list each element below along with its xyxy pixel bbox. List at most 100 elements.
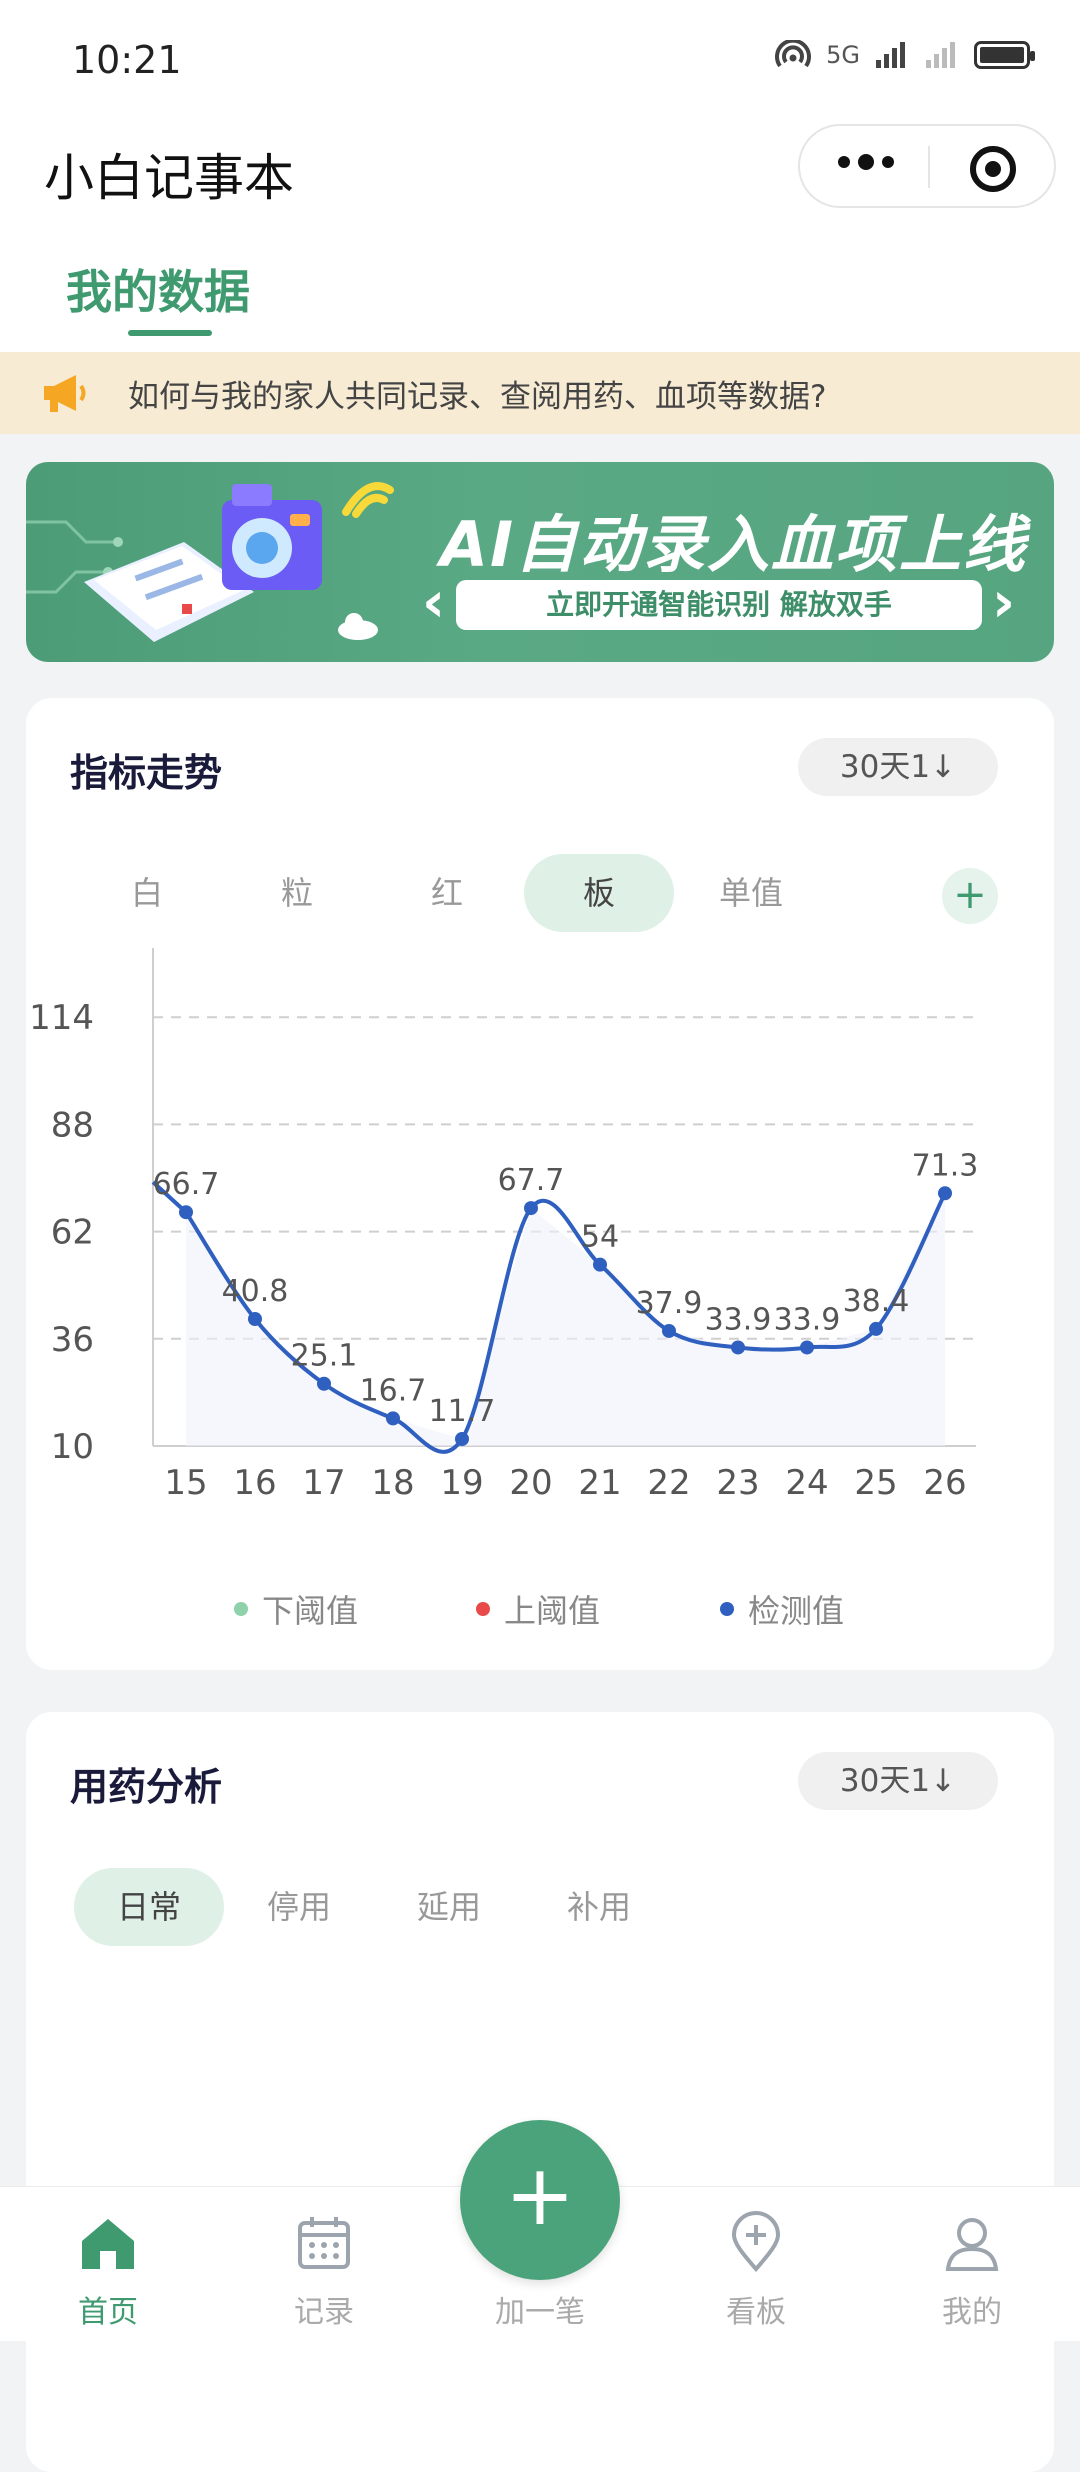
data-label: 40.8 — [222, 1274, 289, 1309]
data-point — [386, 1411, 400, 1426]
status-icons: 5G — [774, 40, 1035, 70]
nav-records-label: 记录 — [294, 2295, 354, 2330]
medication-card: 用药分析 30天1↓ 日常 停用 延用 补用 — [26, 1712, 1054, 2472]
y-tick-label: 62 — [51, 1213, 94, 1253]
y-tick-label: 114 — [29, 998, 94, 1038]
y-tick-label: 88 — [51, 1105, 94, 1145]
data-point — [455, 1431, 469, 1446]
legend-lower-threshold: 下阈值 — [234, 1586, 358, 1632]
nav-records[interactable]: 记录 — [216, 2187, 432, 2341]
tab-platelets[interactable]: 板 — [524, 854, 674, 932]
chevron-right-icon: › — [992, 570, 1016, 635]
legend-upper-threshold: 上阈值 — [476, 1586, 600, 1632]
data-label: 25.1 — [291, 1339, 358, 1374]
tab-neutrophils[interactable]: 粒 — [222, 854, 372, 932]
data-point — [731, 1340, 745, 1355]
data-label: 66.7 — [153, 1167, 220, 1202]
nav-profile-label: 我的 — [942, 2295, 1002, 2330]
tab-my-data[interactable]: 我的数据 — [66, 256, 250, 322]
x-tick-label: 26 — [923, 1463, 966, 1503]
megaphone-icon — [44, 375, 86, 412]
status-bar: 10:21 5G — [0, 0, 1080, 120]
data-label: 16.7 — [360, 1373, 427, 1408]
tab-daily[interactable]: 日常 — [74, 1868, 224, 1946]
data-point — [317, 1376, 331, 1391]
data-point — [524, 1201, 538, 1216]
battery-icon — [974, 41, 1035, 69]
add-metric-button[interactable]: + — [942, 868, 998, 924]
data-point — [800, 1340, 814, 1355]
user-icon — [945, 2218, 999, 2271]
tab-single-value[interactable]: 单值 — [676, 854, 826, 932]
nav-add-label: 加一笔 — [495, 2295, 585, 2330]
tab-white-cells[interactable]: 白 — [72, 854, 222, 932]
data-point — [593, 1257, 607, 1272]
legend-lower-label: 下阈值 — [262, 1592, 359, 1630]
notice-text: 如何与我的家人共同记录、查阅用药、血项等数据? — [128, 379, 827, 415]
nav-profile[interactable]: 我的 — [864, 2187, 1080, 2341]
legend-upper-dot — [476, 1602, 490, 1616]
signal-no-service-icon — [926, 42, 955, 68]
network-type: 5G — [826, 41, 860, 69]
medication-card-title: 用药分析 — [70, 1765, 223, 1809]
x-tick-label: 15 — [164, 1463, 207, 1503]
x-tick-label: 23 — [716, 1463, 759, 1503]
signal-icon — [876, 42, 905, 68]
trend-range-selector[interactable]: 30天1↓ — [798, 738, 998, 796]
tab-red-cells[interactable]: 红 — [372, 854, 522, 932]
trend-card-title: 指标走势 — [70, 751, 223, 795]
tab-stopped[interactable]: 停用 — [224, 1868, 374, 1946]
medication-range-selector[interactable]: 30天1↓ — [798, 1752, 998, 1810]
data-label: 11.7 — [429, 1394, 496, 1429]
nav-dashboard-label: 看板 — [726, 2295, 786, 2330]
trend-line-chart: 1036628811414066.71540.81625.11716.71811… — [29, 948, 979, 1503]
data-point — [248, 1312, 262, 1327]
x-tick-label: 18 — [371, 1463, 414, 1503]
nav-home-label: 首页 — [78, 2295, 138, 2330]
more-icon[interactable] — [838, 154, 894, 170]
notice-bar[interactable]: 如何与我的家人共同记录、查阅用药、血项等数据? — [0, 352, 1080, 434]
x-tick-label: 25 — [854, 1463, 897, 1503]
legend-lower-dot — [234, 1602, 248, 1616]
camera-illustration-icon — [222, 484, 322, 590]
data-point — [869, 1321, 883, 1336]
home-icon — [82, 2219, 134, 2269]
add-record-fab[interactable]: + — [460, 2120, 620, 2280]
banner-subtitle-pill: 立即开通智能识别 解放双手 — [456, 580, 982, 630]
close-mini-program-icon[interactable] — [970, 146, 1016, 192]
status-time: 10:21 — [72, 38, 182, 82]
data-point — [938, 1186, 952, 1201]
y-tick-label: 10 — [51, 1427, 94, 1467]
x-tick-label: 24 — [785, 1463, 828, 1503]
legend-measured-label: 检测值 — [748, 1592, 845, 1630]
chevron-left-icon: ‹ — [422, 570, 446, 635]
y-tick-label: 36 — [51, 1320, 94, 1360]
data-point — [662, 1323, 676, 1338]
data-label: 33.9 — [774, 1302, 841, 1337]
nav-dashboard[interactable]: 看板 — [648, 2187, 864, 2341]
location-plus-icon — [731, 2211, 781, 2273]
app-title: 小白记事本 — [44, 149, 294, 207]
x-tick-label: 17 — [302, 1463, 345, 1503]
banner-title: AI自动录入血项上线 — [440, 508, 1028, 581]
x-tick-label: 19 — [440, 1463, 483, 1503]
top-tab-bar: 我的数据 — [0, 230, 1080, 352]
tab-extended[interactable]: 延用 — [374, 1868, 524, 1946]
x-tick-label: 20 — [509, 1463, 552, 1503]
data-label: 71.3 — [912, 1148, 979, 1183]
ai-banner[interactable]: AI自动录入血项上线 ‹ 立即开通智能识别 解放双手 › — [26, 462, 1054, 662]
tab-supplement[interactable]: 补用 — [524, 1868, 674, 1946]
data-label: 37.9 — [636, 1286, 703, 1321]
x-tick-label: 22 — [647, 1463, 690, 1503]
capsule-divider — [928, 146, 930, 188]
x-tick-label: 21 — [578, 1463, 621, 1503]
data-label: 54 — [581, 1220, 619, 1255]
wifi-decoration-icon — [342, 482, 394, 518]
plus-icon: + — [504, 2146, 576, 2244]
trend-card: 指标走势 30天1↓ 白 粒 红 板 单值 + 1036628811414066… — [26, 698, 1054, 1670]
tab-underline — [128, 330, 212, 336]
nav-home[interactable]: 首页 — [0, 2187, 216, 2341]
data-label: 38.4 — [843, 1284, 910, 1319]
title-bar: 小白记事本 — [0, 120, 1080, 230]
data-label: 33.9 — [705, 1302, 772, 1337]
